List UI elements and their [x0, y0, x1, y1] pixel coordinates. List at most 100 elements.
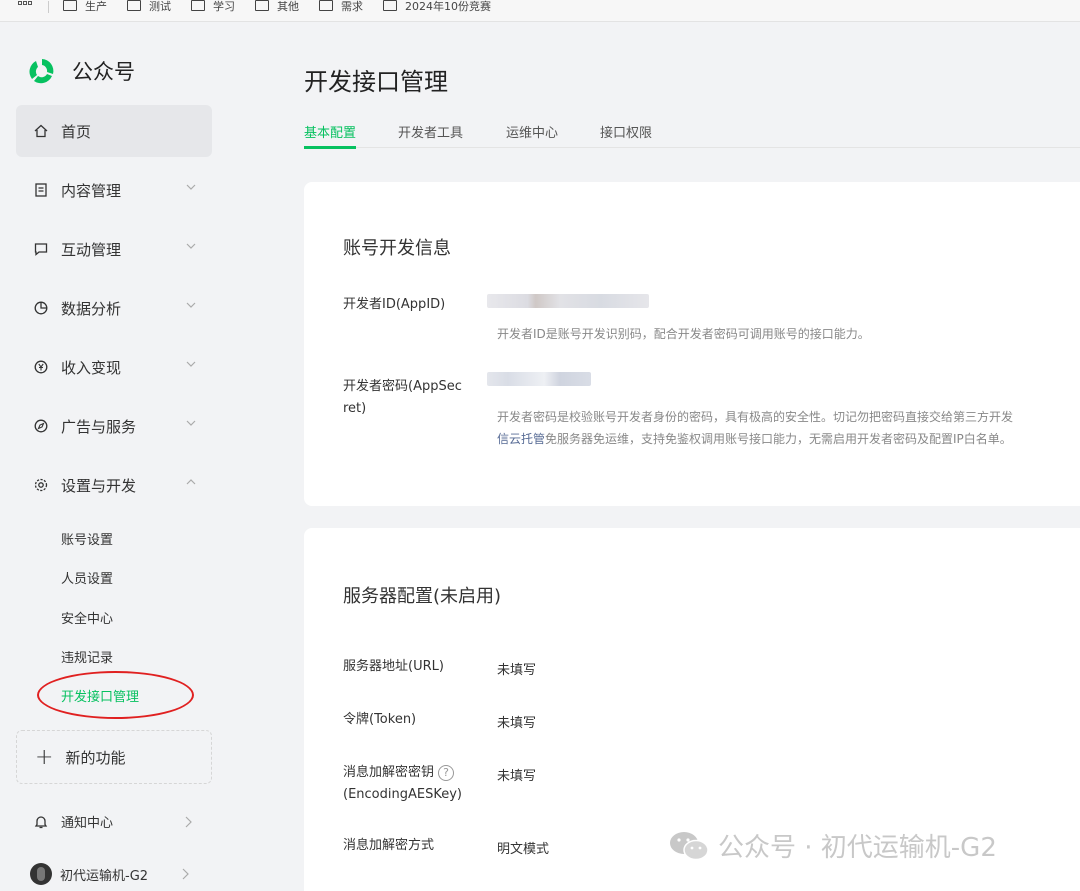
avatar: [30, 863, 52, 885]
chevron-down-icon: [186, 302, 196, 308]
secret-description: 开发者密码是校验账号开发者身份的密码，具有极高的安全性。切记勿把密码直接交给第三…: [497, 406, 1013, 450]
bookmarks-bar: 生产 测试 学习 其他 需求 2024年10份竞赛: [0, 0, 1080, 22]
bookmarks-divider: [48, 0, 49, 13]
secret-value-redacted: [487, 372, 591, 386]
notification-label: 通知中心: [61, 816, 114, 831]
document-icon: [34, 183, 48, 197]
folder-icon: [191, 0, 205, 11]
tab-api-permissions[interactable]: 接口权限: [600, 122, 652, 141]
bookmark-folder[interactable]: 2024年10份竞赛: [383, 0, 491, 14]
brand-logo[interactable]: 公众号: [26, 55, 135, 87]
chevron-down-icon: [186, 243, 196, 249]
page-title: 开发接口管理: [304, 68, 448, 96]
dev-info-card: 账号开发信息 开发者ID(AppID) 开发者ID是账号开发识别码，配合开发者密…: [304, 182, 1080, 506]
help-icon[interactable]: ?: [438, 764, 455, 781]
bookmark-folder[interactable]: 其他: [255, 0, 299, 14]
sidebar-item-label: 首页: [61, 122, 92, 141]
wechat-icon: [670, 831, 709, 860]
tab-developer-tools[interactable]: 开发者工具: [398, 122, 463, 141]
encryption-mode-label: 消息加解密方式: [343, 838, 435, 853]
section-title: 服务器配置(未启用): [343, 586, 502, 607]
yen-icon: [34, 360, 48, 374]
bookmark-folder[interactable]: 测试: [127, 0, 171, 14]
new-feature-button[interactable]: + 新的功能: [16, 730, 212, 784]
sidebar-item-content[interactable]: 内容管理: [16, 164, 212, 216]
aes-key-label-line1: 消息加解密密钥: [343, 765, 435, 780]
appid-label: 开发者ID(AppID): [343, 297, 446, 312]
bookmark-folder[interactable]: 需求: [319, 0, 363, 14]
appid-value-redacted: [487, 294, 649, 308]
bookmark-label: 2024年10份竞赛: [405, 0, 491, 13]
new-feature-label: 新的功能: [65, 748, 126, 767]
chevron-up-icon: [186, 479, 196, 485]
cloudbase-link[interactable]: 信云托管: [497, 432, 545, 446]
chevron-right-icon: [182, 868, 189, 880]
tab-bar: 基本配置 开发者工具 运维中心 接口权限: [304, 122, 1080, 149]
sidebar-item-monetization[interactable]: 收入变现: [16, 341, 212, 393]
chevron-right-icon: [185, 816, 192, 827]
sidebar-item-label: 内容管理: [61, 181, 122, 200]
compass-icon: [34, 419, 48, 433]
pie-chart-icon: [34, 301, 48, 315]
brand-name: 公众号: [72, 60, 135, 84]
secret-label: 开发者密码(AppSec ret): [343, 376, 462, 420]
bookmark-label: 测试: [149, 0, 171, 13]
sidebar-item-interaction[interactable]: 互动管理: [16, 223, 212, 275]
aes-key-value: 未填写: [497, 769, 537, 784]
sidebar-subitem-security-center[interactable]: 安全中心: [61, 608, 113, 627]
home-icon: [34, 124, 48, 138]
notification-center-link[interactable]: 通知中心: [33, 812, 203, 831]
folder-icon: [255, 0, 269, 11]
account-name: 初代运输机-G2: [60, 868, 149, 884]
folder-icon: [63, 0, 77, 11]
apps-grid-icon[interactable]: [18, 0, 34, 13]
tab-basic-config[interactable]: 基本配置: [304, 122, 357, 149]
bell-icon: [34, 815, 48, 828]
sidebar-subitem-member-settings[interactable]: 人员设置: [61, 568, 113, 587]
sidebar-subitem-violation-records[interactable]: 违规记录: [61, 647, 113, 666]
sidebar: 公众号 首页 内容管理 互动管理 数据分析 收入变现 广告与服务 设置与开发 账…: [0, 22, 240, 891]
folder-icon: [383, 0, 397, 11]
watermark-text: 公众号 · 初代运输机-G2: [718, 833, 997, 863]
token-value: 未填写: [497, 716, 537, 731]
chevron-down-icon: [186, 361, 196, 367]
sidebar-item-label: 数据分析: [61, 299, 122, 318]
sidebar-subitem-account-settings[interactable]: 账号设置: [61, 529, 113, 548]
sidebar-item-settings[interactable]: 设置与开发: [16, 459, 212, 511]
bookmark-label: 生产: [85, 0, 107, 13]
sidebar-item-analytics[interactable]: 数据分析: [16, 282, 212, 334]
bookmark-label: 其他: [277, 0, 299, 13]
tab-ops-center[interactable]: 运维中心: [506, 122, 558, 141]
server-url-value: 未填写: [497, 663, 537, 678]
gear-icon: [34, 478, 48, 492]
server-url-label: 服务器地址(URL): [343, 659, 444, 674]
sidebar-item-label: 设置与开发: [61, 476, 137, 495]
secret-label-line1: 开发者密码(AppSec: [343, 379, 462, 394]
folder-icon: [319, 0, 333, 11]
token-label: 令牌(Token): [343, 712, 417, 727]
account-menu[interactable]: 初代运输机-G2: [30, 863, 200, 885]
chevron-down-icon: [186, 420, 196, 426]
main-content: 开发接口管理 基本配置 开发者工具 运维中心 接口权限 账号开发信息 开发者ID…: [240, 22, 1080, 891]
appid-description: 开发者ID是账号开发识别码，配合开发者密码可调用账号的接口能力。: [497, 327, 870, 341]
sidebar-item-label: 收入变现: [61, 358, 122, 377]
bookmark-folder[interactable]: 生产: [63, 0, 107, 14]
secret-label-line2: ret): [343, 401, 367, 416]
aes-key-label: 消息加解密密钥? (EncodingAESKey): [343, 762, 462, 806]
watermark: 公众号 · 初代运输机-G2: [668, 827, 997, 864]
bookmark-folder[interactable]: 学习: [191, 0, 235, 14]
chat-icon: [34, 242, 48, 256]
sidebar-item-home[interactable]: 首页: [16, 105, 212, 157]
sidebar-item-ads[interactable]: 广告与服务: [16, 400, 212, 452]
bookmark-label: 学习: [213, 0, 235, 13]
secret-description-line2: 免服务器免运维，支持免鉴权调用账号接口能力，无需启用开发者密码及配置IP白名单。: [545, 432, 1012, 446]
secret-description-line1: 开发者密码是校验账号开发者身份的密码，具有极高的安全性。切记勿把密码直接交给第三…: [497, 410, 1014, 424]
aes-key-label-line2: (EncodingAESKey): [343, 787, 462, 802]
wechat-official-logo-icon: [29, 59, 54, 84]
bookmark-label: 需求: [341, 0, 363, 13]
chevron-down-icon: [186, 184, 196, 190]
sidebar-item-label: 广告与服务: [61, 417, 137, 436]
folder-icon: [127, 0, 141, 11]
section-title: 账号开发信息: [343, 238, 451, 259]
annotation-red-circle: [37, 671, 194, 719]
